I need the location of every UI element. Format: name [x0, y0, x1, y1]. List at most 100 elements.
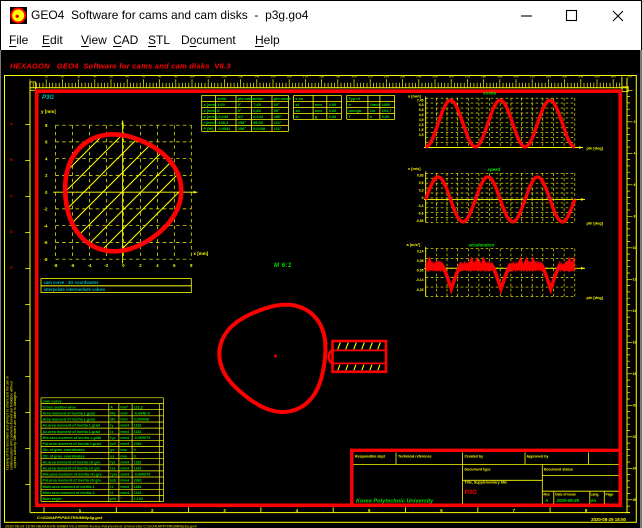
svg-text:D: D — [10, 230, 13, 234]
svg-text:104,7: 104,7 — [382, 108, 392, 113]
svg-text:4: 4 — [45, 156, 48, 161]
svg-text:phi smax: phi smax — [274, 96, 292, 101]
svg-text:1181: 1181 — [134, 485, 142, 489]
svg-text:2361: 2361 — [134, 442, 142, 446]
svg-text:Responsible dept: Responsible dept — [355, 454, 386, 458]
svg-text:Ip0: Ip0 — [110, 442, 115, 446]
svg-text:Iyx: Iyx — [110, 436, 116, 440]
svg-text:12: 12 — [633, 277, 637, 281]
svg-text:26: 26 — [633, 498, 637, 502]
svg-text:340: 340 — [578, 74, 583, 78]
svg-text:8: 8 — [585, 508, 588, 513]
svg-text:111°: 111° — [274, 126, 282, 131]
svg-text:Area moment of inertia 1.grad: Area moment of inertia 1.grad — [43, 418, 96, 422]
svg-text:70: 70 — [142, 74, 146, 78]
svg-text:40: 40 — [93, 74, 97, 78]
svg-text:A: A — [544, 498, 548, 503]
svg-text:10: 10 — [45, 74, 49, 78]
svg-text:Main area moment of inertia 1: Main area moment of inertia 1 — [43, 485, 95, 489]
svg-text:5: 5 — [368, 508, 371, 513]
svg-text:0,83: 0,83 — [417, 173, 424, 177]
svg-text:B: B — [10, 158, 13, 162]
svg-text:cam curve : 3G coordinates: cam curve : 3G coordinates — [44, 280, 100, 285]
svg-text:4: 4 — [634, 151, 636, 155]
svg-text:0,05: 0,05 — [417, 259, 424, 263]
svg-text:0,14: 0,14 — [417, 249, 424, 253]
svg-text:Document type: Document type — [465, 468, 491, 472]
svg-text:Document status: Document status — [544, 468, 573, 472]
svg-text:300: 300 — [513, 74, 518, 78]
svg-text:smax: smax — [253, 96, 264, 101]
svg-text:E: E — [10, 266, 13, 270]
svg-text:7,45: 7,45 — [253, 102, 261, 107]
svg-text:C: C — [10, 194, 13, 198]
svg-text:370: 370 — [627, 74, 632, 78]
svg-text:Mix.area moment of inertia ctr: Mix.area moment of inertia ctr.grv. — [43, 473, 103, 477]
svg-text:-6: -6 — [44, 240, 48, 245]
svg-text:phi: phi — [110, 497, 116, 501]
svg-text:-0,83: -0,83 — [416, 219, 424, 223]
svg-text:-0,143: -0,143 — [217, 114, 229, 119]
svg-text:j [m/s³]: j [m/s³] — [203, 120, 217, 125]
svg-text:130: 130 — [238, 74, 243, 78]
svg-text:85,03: 85,03 — [253, 120, 264, 125]
svg-text:258°: 258° — [238, 120, 246, 125]
svg-text:10: 10 — [633, 246, 637, 250]
svg-text:80: 80 — [158, 74, 162, 78]
svg-text:120: 120 — [222, 74, 227, 78]
svg-text:Ax.area moment of inertia ctr.: Ax.area moment of inertia ctr.grv. — [43, 467, 102, 471]
svg-text:0: 0 — [134, 454, 136, 458]
svg-text:2: 2 — [45, 173, 48, 178]
svg-text:0,0438: 0,0438 — [253, 126, 266, 131]
svg-text:230: 230 — [400, 74, 405, 78]
svg-text:4: 4 — [296, 508, 299, 513]
svg-text:-0,0332: -0,0332 — [217, 126, 231, 131]
svg-text:C:\GO4\APP\P3G\TRIUMN\p3g.go4: C:\GO4\APP\P3G\TRIUMN\p3g.go4 — [37, 515, 103, 520]
svg-text:1181: 1181 — [134, 460, 142, 464]
svg-text:-0,05: -0,05 — [416, 269, 424, 273]
svg-text:270: 270 — [465, 74, 470, 78]
svg-text:x [mm]: x [mm] — [194, 251, 209, 256]
svg-text:150: 150 — [270, 74, 275, 78]
svg-text:a [m/s²]: a [m/s²] — [204, 114, 219, 119]
svg-text:310: 310 — [530, 74, 535, 78]
svg-text:n: n — [349, 102, 352, 107]
svg-text:2020-08-29 18:50 HEXAGON GMB: 2020-08-29 18:50 HEXAGON GMBH V6.3 60000… — [5, 524, 197, 528]
svg-text:290: 290 — [497, 74, 502, 78]
svg-text:0,5: 0,5 — [419, 133, 424, 137]
svg-text:280: 280 — [481, 74, 486, 78]
svg-text:190: 190 — [335, 74, 340, 78]
svg-text:0°: 0° — [238, 102, 242, 107]
svg-text:-0,6: -0,6 — [418, 211, 424, 215]
svg-text:16: 16 — [633, 340, 637, 344]
svg-text:I1: I1 — [110, 485, 113, 489]
svg-text:Ctr. of grav. coordinates: Ctr. of grav. coordinates — [43, 454, 85, 458]
svg-text:360: 360 — [611, 74, 616, 78]
svg-text:0°: 0° — [238, 108, 242, 113]
svg-text:Ax.area moment of inertia 1.gr: Ax.area moment of inertia 1.grad — [43, 430, 101, 434]
svg-text:Ix: Ix — [110, 430, 114, 434]
svg-text:8: 8 — [45, 123, 48, 128]
svg-text:Main area moment of inertia 2: Main area moment of inertia 2 — [43, 491, 95, 495]
svg-text:30: 30 — [77, 74, 81, 78]
svg-text:2020-08-29: 2020-08-29 — [556, 498, 580, 503]
svg-text:sf: sf — [295, 102, 299, 107]
svg-text:mm4: mm4 — [120, 442, 130, 446]
svg-text:-0,000079: -0,000079 — [134, 436, 151, 440]
svg-text:3,00: 3,00 — [329, 108, 337, 113]
svg-text:7,45: 7,45 — [417, 98, 424, 102]
svg-text:20: 20 — [61, 74, 65, 78]
svg-text:P3G: P3G — [465, 489, 478, 496]
svg-text:0: 0 — [422, 196, 424, 200]
svg-text:mm²: mm² — [120, 405, 129, 409]
svg-text:350: 350 — [594, 74, 599, 78]
svg-text:mm4: mm4 — [120, 479, 130, 483]
svg-text:Created by: Created by — [465, 454, 484, 458]
svg-text:Main angle: Main angle — [43, 497, 62, 501]
svg-text:Korea Polytechnic University: Korea Polytechnic University — [356, 498, 434, 504]
svg-text:mm³: mm³ — [120, 411, 129, 415]
svg-text:Page: Page — [606, 492, 614, 496]
svg-text:240: 240 — [416, 74, 421, 78]
svg-text:mm4: mm4 — [120, 460, 130, 464]
svg-text:Mix.area moment of inertia 1.g: Mix.area moment of inertia 1.grad — [43, 436, 103, 440]
